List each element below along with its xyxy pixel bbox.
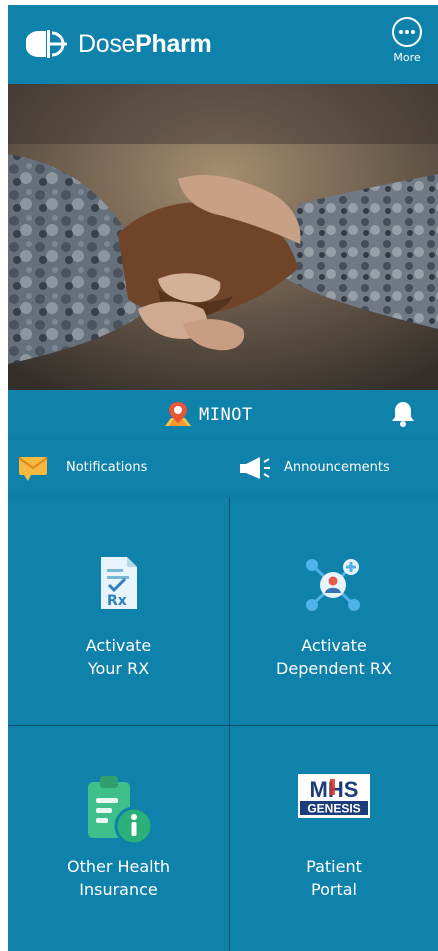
app-screen: DosePharm More MINOT Notifications Annou…: [8, 5, 438, 951]
app-header: DosePharm More: [8, 5, 438, 84]
location-pin-icon: [165, 402, 191, 426]
activate-dependent-rx-tile[interactable]: Activate Dependent RX: [230, 497, 438, 725]
location-selector[interactable]: MINOT: [163, 400, 253, 430]
patient-portal-label: Patient Portal: [306, 857, 362, 899]
notifications-link[interactable]: Notifications: [18, 440, 147, 495]
activate-your-rx-label: Activate Your RX: [85, 636, 152, 678]
hero-image: [8, 84, 438, 390]
announcements-link[interactable]: Announcements: [238, 440, 390, 495]
activate-dependent-rx-label: Activate Dependent RX: [276, 636, 392, 678]
more-label: More: [393, 51, 421, 64]
brand-logo: DosePharm: [26, 27, 212, 61]
bell-icon[interactable]: [390, 400, 416, 428]
activate-your-rx-tile[interactable]: Rx Activate Your RX: [8, 497, 229, 725]
prescription-document-icon: Rx: [100, 557, 137, 609]
other-health-insurance-label: Other Health Insurance: [66, 857, 171, 899]
brand-name-part2: Pharm: [135, 30, 212, 58]
brand-name: DosePharm: [78, 27, 212, 61]
more-button[interactable]: More: [388, 17, 426, 64]
svg-text:Rx: Rx: [107, 593, 127, 609]
dependent-network-icon: [306, 559, 360, 611]
location-bar: MINOT: [8, 390, 438, 437]
handshake-photo: [8, 84, 438, 390]
megaphone-icon: [240, 456, 270, 479]
brand-name-part1: Dose: [78, 30, 136, 58]
svg-text:GENESIS: GENESIS: [307, 802, 360, 816]
other-health-insurance-tile[interactable]: Other Health Insurance: [8, 726, 229, 951]
patient-portal-tile[interactable]: MHS GENESIS Patient Portal: [230, 726, 438, 951]
more-dots-icon: [392, 17, 422, 47]
quick-links-row: Notifications Announcements: [8, 440, 438, 495]
announcements-label: Announcements: [284, 460, 390, 475]
pill-logo-icon: [26, 30, 67, 58]
envelope-notification-icon: [18, 456, 48, 481]
mhs-genesis-logo: MHS GENESIS: [298, 774, 370, 818]
clipboard-info-icon: [87, 776, 153, 846]
location-name: MINOT: [199, 405, 253, 425]
action-tiles-grid: Rx Activate Your RX Activate Dependent R…: [8, 497, 438, 951]
notifications-label: Notifications: [66, 460, 148, 475]
